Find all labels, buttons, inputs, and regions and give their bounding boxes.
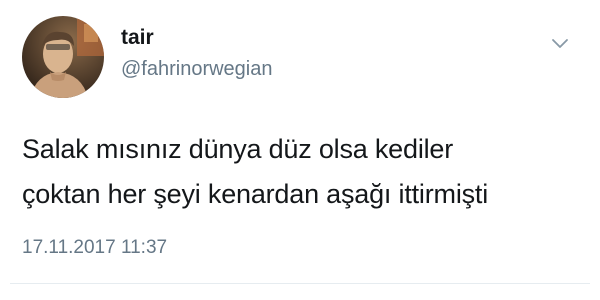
tweet-text: Salak mısınız dünya düz olsa kediler çok… [22, 127, 582, 217]
tweet-card: tair @fahrinorwegian Salak mısınız dünya… [0, 0, 600, 300]
display-name[interactable]: tair [121, 25, 154, 51]
tweet-text-line: Salak mısınız dünya düz olsa kediler [22, 134, 454, 164]
divider [10, 283, 590, 284]
tweet-text-line: çoktan her şeyi kenardan aşağı ittirmişt… [22, 179, 489, 209]
chevron-down-icon[interactable] [550, 36, 570, 50]
timestamp[interactable]: 17.11.2017 11:37 [22, 236, 167, 260]
user-handle[interactable]: @fahrinorwegian [121, 56, 273, 82]
profile-photo-icon [22, 16, 104, 98]
avatar[interactable] [22, 16, 104, 98]
